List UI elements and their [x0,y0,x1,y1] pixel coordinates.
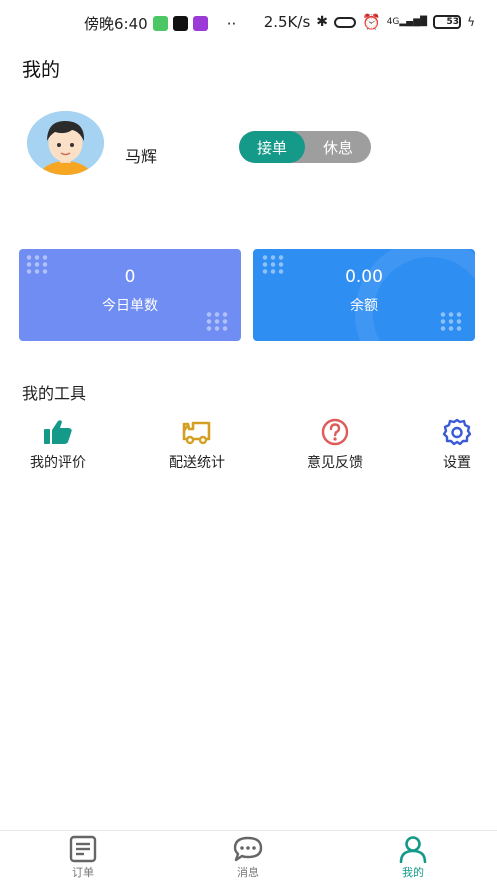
nav-label: 我的 [402,866,424,879]
order-icon [69,835,97,863]
question-icon [321,418,349,446]
today-orders-card[interactable]: 0 今日单数 [19,249,241,341]
tool-delivery-stats[interactable]: 配送统计 [152,418,242,472]
balance-label: 余额 [350,298,378,314]
status-bar: 傍晚6:40 ·· 2.5K/s ✱ ⏰ 4G▂▄▆█ 53 ϟ [0,0,497,46]
tools-section-title: 我的工具 [22,384,87,403]
balance-value: 0.00 [345,267,383,287]
page-title: 我的 [22,59,61,81]
signal-icon: 4G▂▄▆█ [386,16,428,27]
truck-icon [182,421,211,445]
avatar[interactable] [27,111,104,175]
alarm-icon: ⏰ [362,13,381,31]
more-notifications-icon: ·· [226,14,237,33]
tool-feedback[interactable]: 意见反馈 [290,418,380,472]
charging-icon: ϟ [467,15,475,29]
toggle-accept-orders[interactable]: 接单 [239,131,305,163]
tiktok-icon [172,16,188,31]
tool-label: 我的评价 [30,455,86,471]
tool-my-reviews[interactable]: 我的评价 [13,418,103,472]
gear-icon [442,418,472,446]
toggle-rest[interactable]: 休息 [305,131,371,163]
app-notification-icon [192,16,208,31]
username: 马辉 [125,147,158,166]
vibrate-icon [334,16,356,28]
tool-label: 设置 [443,455,471,471]
bottom-nav: 订单 消息 我的 [0,830,497,883]
thumbs-up-icon [44,420,72,444]
today-orders-label: 今日单数 [102,298,158,314]
today-orders-value: 0 [124,267,136,287]
message-icon [233,836,263,862]
user-icon [399,836,427,863]
bluetooth-icon: ✱ [316,14,328,30]
nav-item-mine[interactable]: 我的 [373,835,453,880]
wechat-icon [152,16,168,31]
nav-item-messages[interactable]: 消息 [208,835,288,880]
nav-label: 订单 [72,866,94,879]
tool-settings[interactable]: 设置 [412,418,497,472]
tool-label: 配送统计 [169,455,225,471]
network-speed: 2.5K/s [263,13,311,31]
status-time: 傍晚6:40 [84,15,148,33]
work-status-toggle[interactable]: 接单 休息 [239,131,371,163]
battery-icon: 53 [433,15,462,29]
balance-card[interactable]: 0.00 余额 [253,249,475,341]
nav-item-orders[interactable]: 订单 [43,835,123,880]
nav-label: 消息 [237,866,259,879]
tool-label: 意见反馈 [307,455,363,471]
